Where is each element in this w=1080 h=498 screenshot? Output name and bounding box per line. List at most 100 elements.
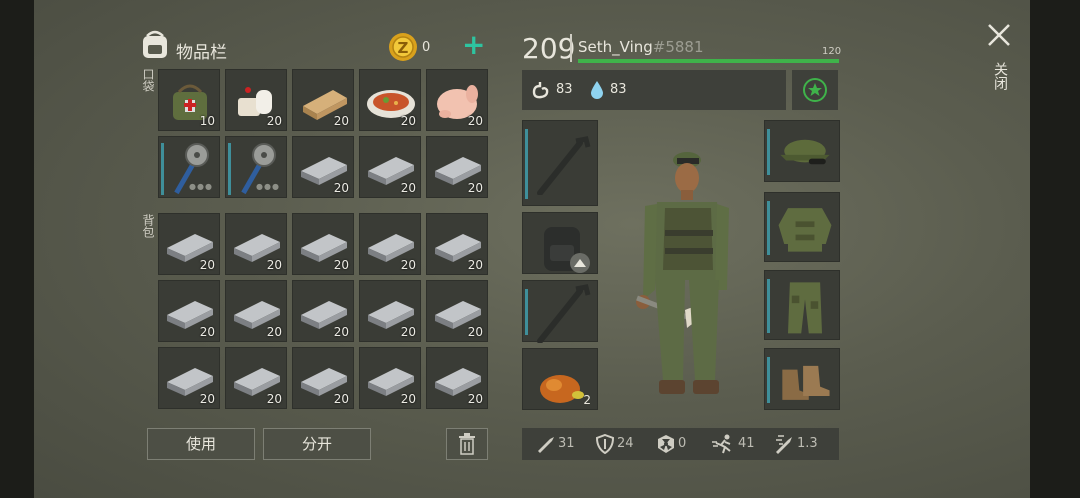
pocket-slot[interactable]: 20 — [225, 69, 287, 131]
character-model — [615, 130, 755, 410]
backpack-slot[interactable]: 20 — [158, 347, 220, 409]
backpack-slot[interactable]: 20 — [426, 347, 488, 409]
split-button[interactable]: 分开 — [263, 428, 371, 460]
coin-icon: Z — [388, 32, 418, 66]
item-quantity: 2 — [583, 393, 591, 407]
attack-speed-value: 1.3 — [797, 436, 818, 451]
close-icon — [988, 24, 1010, 46]
item-quantity: 20 — [467, 181, 483, 195]
coin-count: 0 — [422, 40, 431, 55]
damage-icon — [538, 437, 554, 453]
trash-icon — [459, 433, 475, 455]
pocket-slot[interactable]: 20 — [359, 69, 421, 131]
backpack-slot[interactable]: 20 — [359, 347, 421, 409]
armor-icon — [596, 434, 614, 454]
backpack-icon — [544, 227, 590, 273]
crowbar-icon — [537, 136, 591, 195]
backpack-slot[interactable]: 20 — [158, 280, 220, 342]
backpack-slot[interactable]: 20 — [359, 213, 421, 275]
item-quantity: 20 — [266, 392, 282, 406]
player-name: Seth_Ving#5881 — [578, 38, 704, 56]
item-quantity: 20 — [199, 392, 215, 406]
backpack-slot[interactable]: 20 — [292, 213, 354, 275]
pocket-slot[interactable]: ●●● — [225, 136, 287, 198]
backpack-slot[interactable]: 20 — [292, 280, 354, 342]
pockets-label: 口袋 — [141, 68, 155, 92]
attack-speed-icon — [776, 435, 792, 454]
equipment-slot-left[interactable] — [522, 120, 598, 206]
backpack-slot[interactable]: 20 — [225, 213, 287, 275]
durability-bar — [525, 129, 528, 199]
camo-pants-icon — [788, 282, 822, 334]
item-quantity: 20 — [333, 258, 349, 272]
backpack-slot[interactable]: 20 — [225, 347, 287, 409]
item-quantity: 20 — [266, 325, 282, 339]
backpack-slot[interactable]: 20 — [292, 347, 354, 409]
equipment-slot-right[interactable] — [764, 192, 840, 262]
backpack-slot[interactable]: 20 — [158, 213, 220, 275]
equipment-slot-right[interactable] — [764, 348, 840, 410]
pocket-slot[interactable]: 20 — [426, 136, 488, 198]
stomach-icon — [532, 82, 549, 99]
xp-bar-track — [578, 59, 839, 63]
close-label[interactable]: 关闭 — [990, 62, 1010, 90]
item-quantity: 20 — [467, 258, 483, 272]
item-quantity: 20 — [467, 325, 483, 339]
equipment-slot-right[interactable] — [764, 120, 840, 182]
item-quantity: 20 — [333, 114, 349, 128]
armor-value: 24 — [617, 436, 634, 451]
item-quantity: 20 — [400, 181, 416, 195]
item-quantity: 20 — [333, 181, 349, 195]
equipment-slot-left[interactable] — [522, 212, 598, 274]
inventory-title: 物品栏 — [176, 43, 227, 63]
trash-button[interactable] — [446, 428, 488, 460]
player-tag: #5881 — [652, 38, 704, 56]
equipment-slot-left[interactable] — [522, 280, 598, 343]
crowbar-icon — [537, 284, 591, 343]
pocket-slot[interactable]: 20 — [359, 136, 421, 198]
add-coins-button[interactable]: + — [462, 30, 486, 60]
item-quantity: 20 — [199, 325, 215, 339]
star-badge-icon — [803, 78, 827, 102]
equipment-slot-right[interactable] — [764, 270, 840, 340]
close-button[interactable] — [986, 22, 1012, 50]
water-drop-icon — [591, 81, 603, 99]
item-quantity: 20 — [199, 258, 215, 272]
item-quantity: 20 — [467, 114, 483, 128]
item-quantity: 20 — [333, 392, 349, 406]
pocket-slot[interactable]: 10 — [158, 69, 220, 131]
pocket-slot[interactable]: 20 — [426, 69, 488, 131]
backpack-slot[interactable]: 20 — [359, 280, 421, 342]
pocket-slot[interactable]: 20 — [292, 136, 354, 198]
status-effects-button[interactable] — [792, 70, 838, 110]
durability-bar — [767, 279, 770, 333]
vitals-bar: 83 83 — [522, 70, 786, 110]
durability-dots: ●●● — [189, 182, 213, 191]
backpack-slot[interactable]: 20 — [426, 213, 488, 275]
backpack-slot[interactable]: 20 — [225, 280, 287, 342]
camo-jacket-icon — [778, 208, 832, 252]
svg-text:Z: Z — [398, 39, 409, 57]
damage-value: 31 — [558, 436, 575, 451]
xp-max: 120 — [822, 46, 842, 57]
pocket-slot[interactable]: ●●● — [158, 136, 220, 198]
item-quantity: 20 — [400, 258, 416, 272]
backpack-slot[interactable]: 20 — [426, 280, 488, 342]
speed-value: 41 — [738, 436, 755, 451]
durability-bar — [767, 357, 770, 403]
item-quantity: 20 — [266, 258, 282, 272]
durability-dots: ●●● — [256, 182, 280, 191]
use-button[interactable]: 使用 — [147, 428, 255, 460]
running-man-icon — [712, 434, 731, 454]
military-cap-icon — [780, 139, 830, 165]
food-value: 83 — [556, 82, 573, 97]
water-value: 83 — [610, 82, 627, 97]
item-quantity: 20 — [467, 392, 483, 406]
boots-icon — [782, 365, 830, 400]
pocket-slot[interactable]: 20 — [292, 69, 354, 131]
equipment-slot-left[interactable]: 2 — [522, 348, 598, 410]
item-quantity: 20 — [400, 392, 416, 406]
durability-bar — [525, 289, 528, 335]
item-quantity: 20 — [400, 325, 416, 339]
radiation-icon — [658, 435, 674, 453]
